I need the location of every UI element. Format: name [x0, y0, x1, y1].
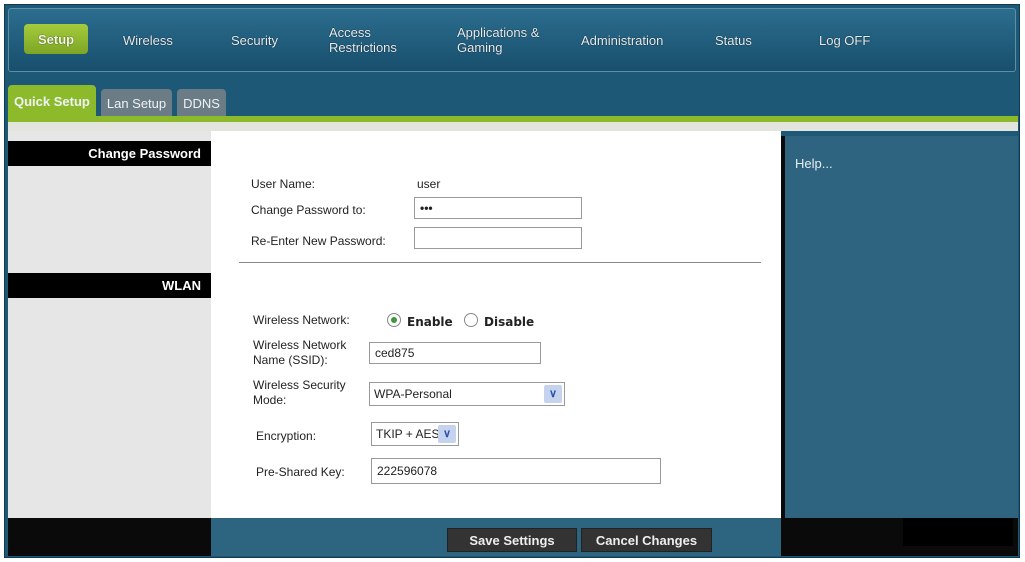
- nav-access-restrictions[interactable]: Access Restrictions: [329, 9, 409, 71]
- security-mode-label-line2: Mode:: [253, 393, 287, 407]
- chevron-down-icon[interactable]: ∨: [544, 385, 562, 403]
- nav-security[interactable]: Security: [231, 9, 278, 71]
- help-panel: Help...: [781, 136, 1018, 518]
- divider: [239, 262, 761, 263]
- security-mode-value: WPA-Personal: [374, 387, 452, 401]
- user-name-value: user: [417, 177, 441, 191]
- disable-radio[interactable]: [464, 313, 478, 327]
- encryption-select[interactable]: TKIP + AES ∨: [371, 422, 459, 446]
- reenter-password-input[interactable]: [414, 227, 582, 249]
- psk-label: Pre-Shared Key:: [256, 465, 345, 479]
- change-password-label: Change Password to:: [251, 203, 366, 217]
- psk-input[interactable]: 222596078: [371, 458, 661, 484]
- security-mode-label-line1: Wireless Security: [253, 378, 346, 392]
- router-admin-page: Setup Wireless Security Access Restricti…: [4, 4, 1020, 558]
- encryption-value: TKIP + AES: [376, 427, 440, 441]
- nav-log-off[interactable]: Log OFF: [819, 9, 870, 71]
- section-header-change-password: Change Password: [8, 141, 211, 166]
- footer-bar: Save Settings Cancel Changes: [8, 518, 1018, 556]
- cancel-changes-button[interactable]: Cancel Changes: [581, 528, 712, 552]
- ssid-label: Wireless Network Name (SSID):: [253, 338, 346, 368]
- security-mode-label: Wireless Security Mode:: [253, 378, 346, 408]
- ssid-input[interactable]: ced875: [369, 342, 541, 364]
- sub-tabs: Quick Setup Lan Setup DDNS: [8, 85, 226, 118]
- enable-radio[interactable]: [387, 313, 401, 327]
- divider: [8, 122, 1018, 131]
- tab-ddns[interactable]: DDNS: [177, 89, 226, 118]
- user-name-label: User Name:: [251, 177, 316, 191]
- nav-administration[interactable]: Administration: [581, 9, 663, 71]
- nav-wireless[interactable]: Wireless: [123, 9, 173, 71]
- tab-quick-setup[interactable]: Quick Setup: [8, 85, 96, 118]
- reenter-password-label: Re-Enter New Password:: [251, 234, 386, 248]
- help-text[interactable]: Help...: [795, 156, 833, 171]
- nav-setup[interactable]: Setup: [24, 24, 89, 54]
- ssid-label-line1: Wireless Network: [253, 338, 347, 352]
- section-sidebar: Change Password WLAN: [8, 131, 211, 518]
- main-nav: Setup Wireless Security Access Restricti…: [8, 8, 1016, 72]
- nav-applications-gaming[interactable]: Applications & Gaming: [457, 9, 549, 71]
- footer-box: [903, 518, 1013, 546]
- ssid-label-line2: Name (SSID):: [253, 353, 328, 367]
- encryption-label: Encryption:: [256, 429, 317, 443]
- security-mode-select[interactable]: WPA-Personal ∨: [369, 382, 565, 406]
- change-password-input[interactable]: •••: [414, 197, 582, 219]
- disable-label: Disable: [484, 315, 535, 329]
- tab-lan-setup[interactable]: Lan Setup: [100, 89, 173, 118]
- section-header-wlan: WLAN: [8, 273, 211, 298]
- enable-label: Enable: [407, 315, 453, 329]
- settings-form: User Name: user Change Password to: ••• …: [211, 131, 781, 518]
- wireless-network-label: Wireless Network:: [253, 313, 350, 327]
- nav-status[interactable]: Status: [715, 9, 752, 71]
- save-settings-button[interactable]: Save Settings: [447, 528, 577, 552]
- chevron-down-icon[interactable]: ∨: [438, 425, 456, 443]
- footer-actions: Save Settings Cancel Changes: [211, 518, 781, 556]
